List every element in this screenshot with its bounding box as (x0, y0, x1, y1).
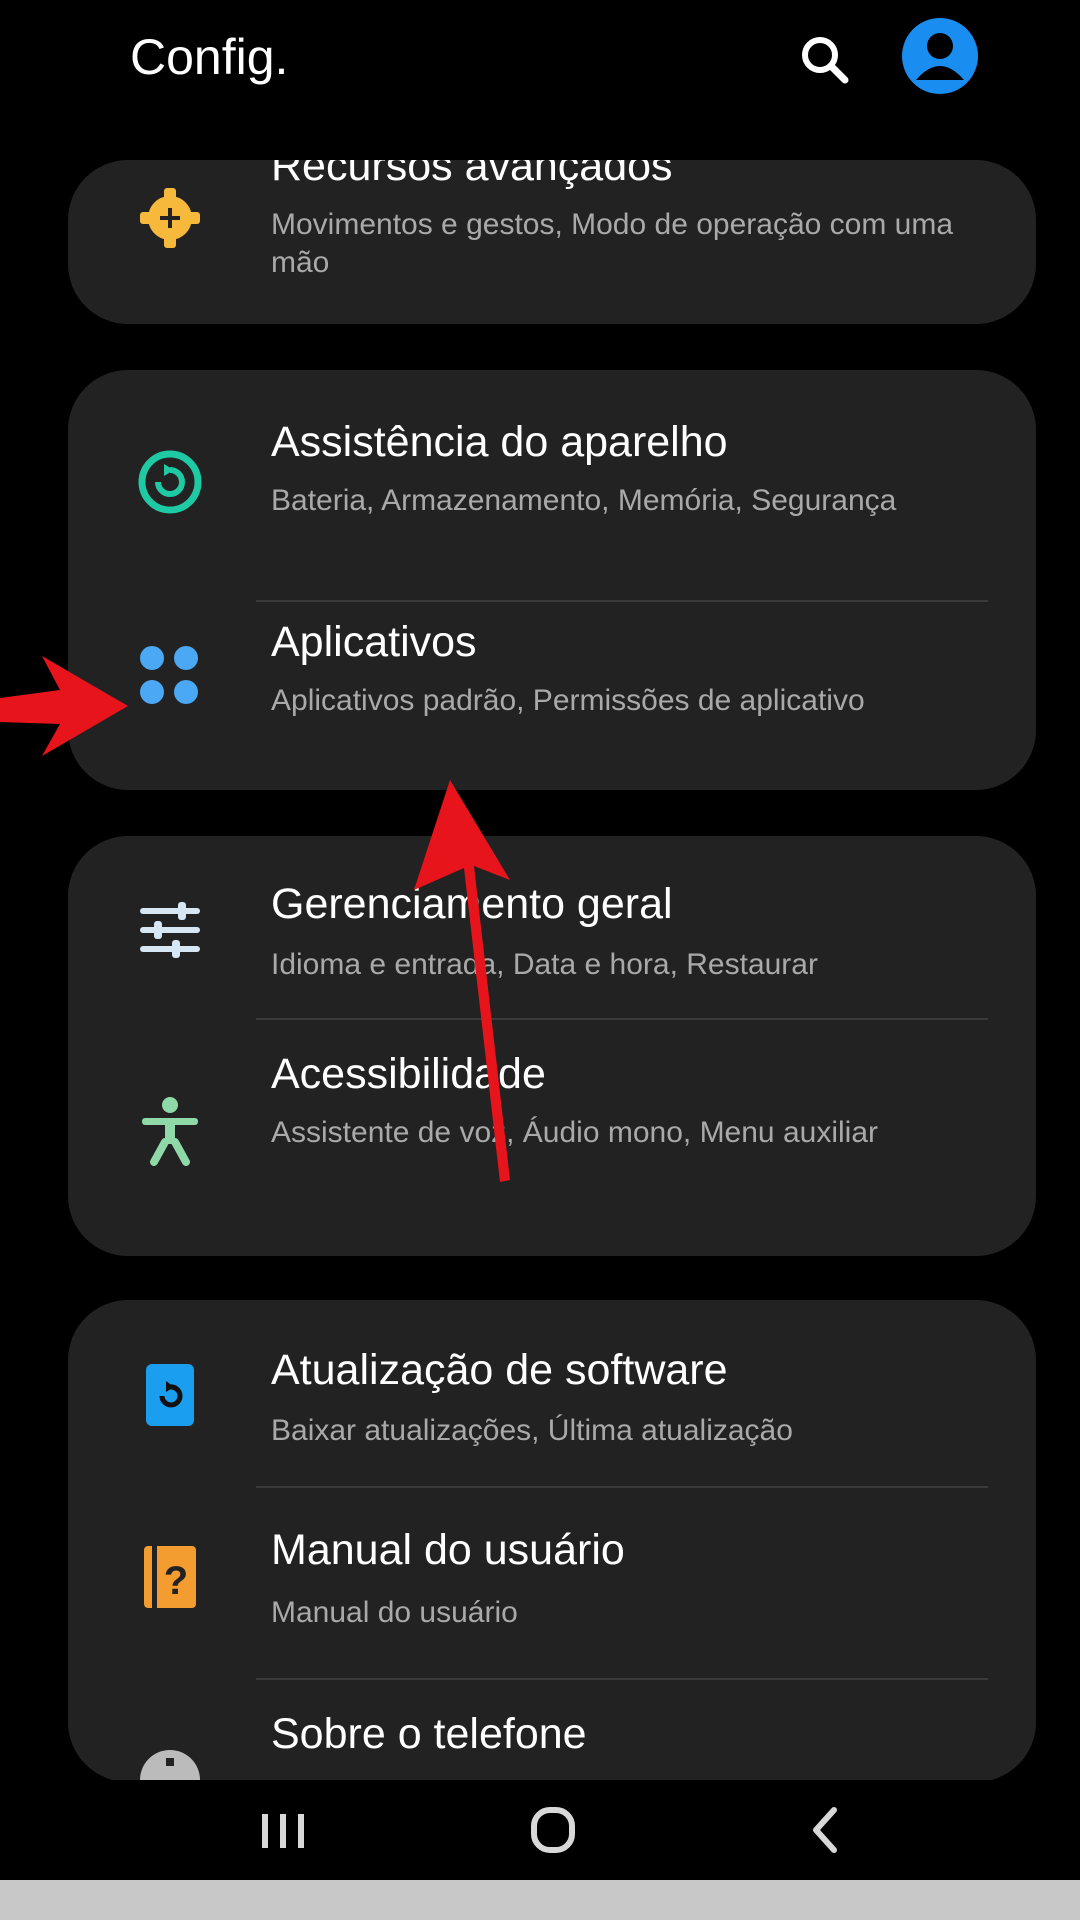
settings-item-accessibility[interactable]: Acessibilidade Assistente de voz, Áudio … (68, 1020, 1036, 1256)
settings-list[interactable]: Recursos avançados Movimentos e gestos, … (0, 160, 1080, 1780)
setting-title: Acessibilidade (271, 1050, 546, 1098)
settings-item-general-management[interactable]: Gerenciamento geral Idioma e entrada, Da… (68, 836, 1036, 1016)
setting-title: Aplicativos (271, 618, 477, 666)
setting-subtitle: Bateria, Armazenamento, Memória, Seguran… (271, 484, 897, 517)
setting-title: Sobre o telefone (271, 1710, 587, 1758)
setting-subtitle: Movimentos e gestos, Modo de operação co… (271, 208, 954, 279)
setting-subtitle: Assistente de voz, Áudio mono, Menu auxi… (271, 1116, 878, 1149)
system-navigation-bar (0, 1780, 1080, 1880)
home-icon[interactable] (508, 1790, 598, 1870)
setting-subtitle: Manual do usuário (271, 1596, 518, 1629)
accessibility-icon (134, 1094, 206, 1166)
setting-subtitle: Idioma e entrada, Data e hora, Restaurar (271, 948, 818, 981)
apps-icon (134, 640, 206, 712)
advanced-features-icon (134, 182, 206, 254)
setting-title: Recursos avançados (271, 160, 673, 190)
settings-card-software: Atualização de software Baixar atualizaç… (68, 1300, 1036, 1780)
setting-title: Assistência do aparelho (271, 418, 728, 466)
settings-item-software-update[interactable]: Atualização de software Baixar atualizaç… (68, 1300, 1036, 1486)
settings-item-advanced-features[interactable]: Recursos avançados Movimentos e gestos, … (68, 160, 1036, 324)
settings-card-advanced: Recursos avançados Movimentos e gestos, … (68, 160, 1036, 324)
back-icon[interactable] (782, 1790, 872, 1870)
setting-title: Atualização de software (271, 1346, 728, 1394)
settings-item-about-phone[interactable]: Sobre o telefone (68, 1680, 1036, 1780)
app-header: Config. (0, 0, 1080, 160)
settings-card-device: Assistência do aparelho Bateria, Armazen… (68, 370, 1036, 790)
device-care-icon (134, 446, 206, 518)
user-manual-icon: ? (134, 1540, 206, 1612)
general-management-icon (134, 894, 206, 966)
recent-apps-icon[interactable] (238, 1790, 328, 1870)
page-title: Config. (130, 29, 289, 85)
settings-item-apps[interactable]: Aplicativos Aplicativos padrão, Permissõ… (68, 602, 1036, 790)
about-phone-icon (134, 1744, 206, 1780)
bottom-edge (0, 1880, 1080, 1920)
settings-item-device-care[interactable]: Assistência do aparelho Bateria, Armazen… (68, 370, 1036, 602)
search-icon[interactable] (795, 30, 855, 90)
settings-item-user-manual[interactable]: ? Manual do usuário Manual do usuário (68, 1488, 1036, 1678)
setting-title: Gerenciamento geral (271, 880, 673, 928)
setting-title: Manual do usuário (271, 1526, 625, 1574)
svg-text:?: ? (164, 1559, 188, 1603)
setting-subtitle: Baixar atualizações, Última atualização (271, 1414, 793, 1447)
software-update-icon (134, 1358, 206, 1430)
account-avatar-icon[interactable] (902, 18, 978, 94)
settings-card-general: Gerenciamento geral Idioma e entrada, Da… (68, 836, 1036, 1256)
setting-subtitle: Aplicativos padrão, Permissões de aplica… (271, 684, 865, 717)
